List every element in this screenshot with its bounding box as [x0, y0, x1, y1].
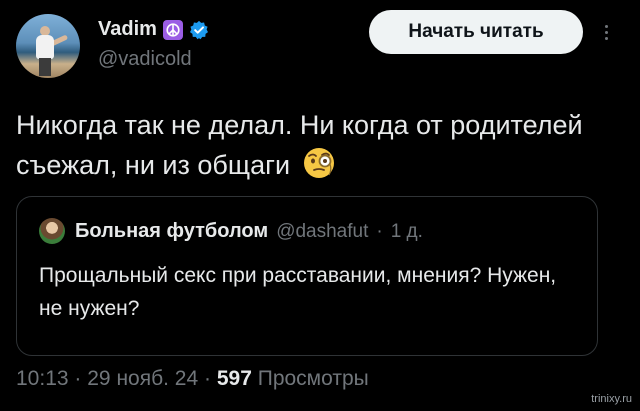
tweet-text: Никогда так не делал. Ни когда от родите…	[16, 105, 616, 185]
tweet-meta: 10:13 · 29 нояб. 24 · 597 Просмотры	[16, 367, 369, 391]
quoted-tweet[interactable]: Больная футболом @dashafut · 1 д. Прощал…	[16, 196, 598, 356]
author-name-row: Vadim	[98, 18, 209, 41]
verified-badge-icon	[189, 20, 208, 39]
face-with-monocle-icon	[303, 148, 334, 178]
avatar-figure-body	[36, 35, 54, 59]
meta-separator: ·	[74, 367, 82, 390]
tweet-date[interactable]: 29 нояб. 24	[87, 367, 198, 390]
watermark: trinixy.ru	[591, 393, 632, 405]
quoted-author-name[interactable]: Больная футболом	[75, 220, 268, 243]
tweet-time[interactable]: 10:13	[16, 367, 69, 390]
more-options-icon[interactable]	[596, 22, 616, 46]
avatar-figure-legs	[39, 58, 51, 76]
quoted-time[interactable]: 1 д.	[391, 221, 423, 243]
peace-sign-icon	[162, 19, 183, 40]
views-label: Просмотры	[257, 367, 369, 390]
quoted-author-avatar[interactable]	[39, 218, 65, 244]
quoted-tweet-header: Больная футболом @dashafut · 1 д.	[75, 220, 423, 243]
author-avatar[interactable]	[16, 14, 80, 78]
meta-separator: ·	[204, 367, 211, 390]
author-name[interactable]: Vadim	[98, 18, 157, 41]
author-handle[interactable]: @vadicold	[98, 48, 192, 71]
views-count: 597	[216, 367, 252, 390]
tweet-body: Никогда так не делал. Ни когда от родите…	[16, 110, 583, 180]
quoted-separator: ·	[376, 221, 383, 242]
quoted-tweet-text: Прощальный секс при расставании, мнения?…	[39, 264, 557, 320]
quoted-author-handle[interactable]: @dashafut	[276, 221, 368, 243]
follow-button[interactable]: Начать читать	[369, 10, 583, 54]
